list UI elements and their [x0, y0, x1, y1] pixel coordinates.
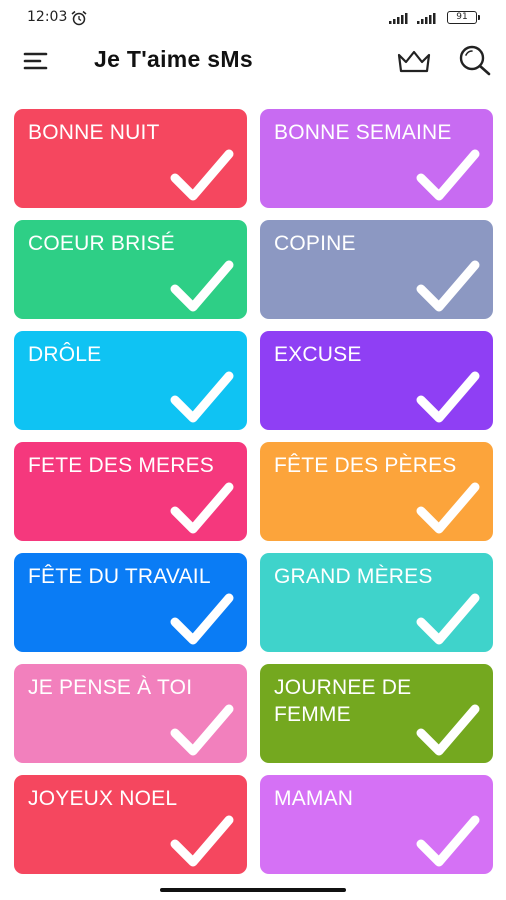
category-card[interactable]: JOURNEE DE FEMME [260, 664, 493, 763]
category-label: EXCUSE [274, 343, 362, 366]
check-icon [416, 593, 480, 645]
check-icon [170, 482, 234, 534]
battery-icon: 91 [447, 11, 480, 24]
category-label: JE PENSE À TOI [28, 676, 193, 699]
category-card[interactable]: JE PENSE À TOI [14, 664, 247, 763]
category-label: GRAND MÈRES [274, 565, 433, 588]
category-label: DRÔLE [28, 343, 102, 366]
category-label: MAMAN [274, 787, 354, 810]
check-icon [416, 260, 480, 312]
category-card[interactable]: BONNE NUIT [14, 109, 247, 208]
category-card[interactable]: COPINE [260, 220, 493, 319]
signal-icon-2 [417, 13, 436, 24]
menu-icon[interactable] [22, 48, 52, 74]
check-icon [170, 815, 234, 867]
category-label: FETE DES MERES [28, 454, 214, 477]
category-card[interactable]: COEUR BRISÉ [14, 220, 247, 319]
app-title: Je T'aime sMs [94, 46, 253, 72]
category-card[interactable]: FÊTE DES PÈRES [260, 442, 493, 541]
crown-icon[interactable] [394, 45, 434, 77]
category-label: BONNE SEMAINE [274, 121, 452, 144]
check-icon [170, 149, 234, 201]
check-icon [416, 704, 480, 756]
category-card[interactable]: FETE DES MERES [14, 442, 247, 541]
check-icon [416, 371, 480, 423]
signal-icon [389, 13, 408, 24]
check-icon [416, 482, 480, 534]
check-icon [170, 593, 234, 645]
category-label: BONNE NUIT [28, 121, 160, 144]
check-icon [416, 149, 480, 201]
category-card[interactable]: GRAND MÈRES [260, 553, 493, 652]
app-bar: Je T'aime sMs [0, 36, 506, 86]
check-icon [170, 704, 234, 756]
status-bar: 12:03 91 [0, 0, 506, 36]
category-card[interactable]: FÊTE DU TRAVAIL [14, 553, 247, 652]
check-icon [170, 260, 234, 312]
category-label: FÊTE DU TRAVAIL [28, 565, 211, 588]
category-card[interactable]: JOYEUX NOEL [14, 775, 247, 874]
category-card[interactable]: BONNE SEMAINE [260, 109, 493, 208]
check-icon [170, 371, 234, 423]
category-label: FÊTE DES PÈRES [274, 454, 457, 477]
category-card[interactable]: DRÔLE [14, 331, 247, 430]
search-icon[interactable] [456, 43, 494, 79]
home-indicator [160, 888, 346, 892]
category-label: COPINE [274, 232, 356, 255]
category-card[interactable]: MAMAN [260, 775, 493, 874]
category-label: COEUR BRISÉ [28, 232, 175, 255]
check-icon [416, 815, 480, 867]
category-card[interactable]: EXCUSE [260, 331, 493, 430]
category-label: JOYEUX NOEL [28, 787, 178, 810]
alarm-icon [71, 10, 87, 26]
status-time: 12:03 [27, 9, 68, 25]
